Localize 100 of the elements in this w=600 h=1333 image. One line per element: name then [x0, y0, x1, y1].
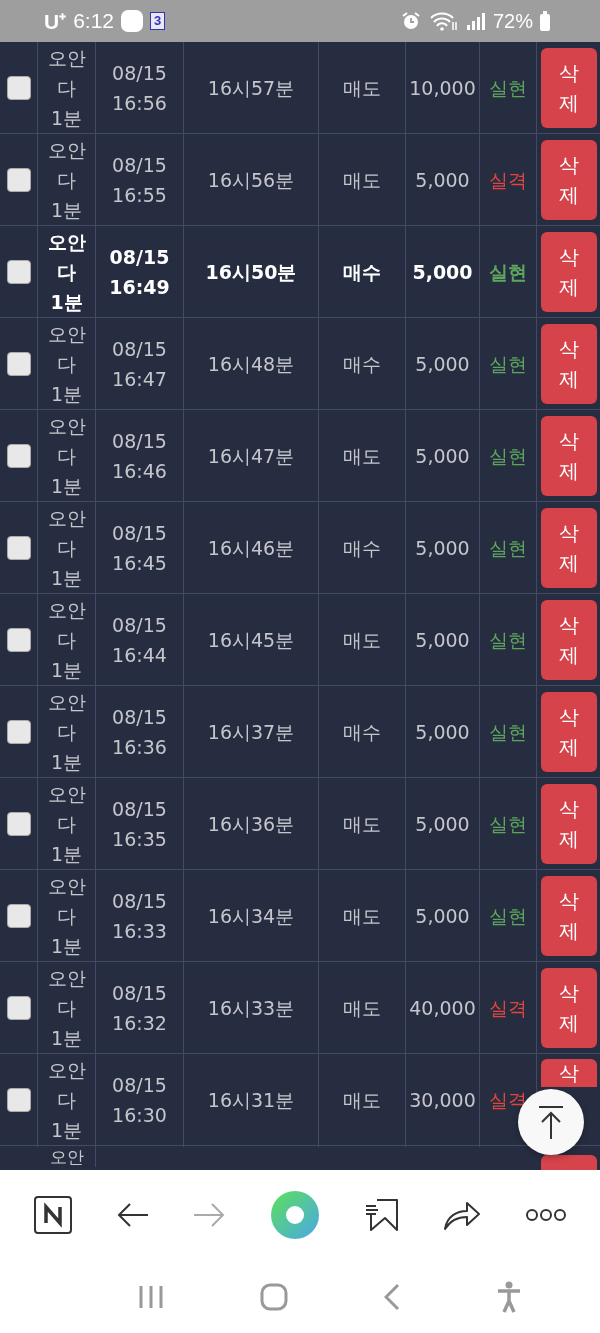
more-icon[interactable] — [525, 1208, 566, 1222]
row-checkbox[interactable] — [6, 351, 31, 376]
time-slot: 16시57분 — [207, 72, 295, 103]
row-checkbox[interactable] — [6, 167, 31, 192]
product-name: 오안다 1분 — [46, 229, 87, 315]
time-slot: 16시31분 — [207, 1084, 295, 1115]
amount: 5,000 — [415, 627, 470, 653]
product-name: 오안다 1분 — [46, 689, 87, 775]
amount: 5,000 — [412, 259, 473, 285]
product-name: 오안다 1분 — [46, 965, 87, 1051]
delete-button[interactable]: 삭제 — [540, 231, 597, 312]
share-icon[interactable] — [443, 1199, 482, 1231]
delete-button[interactable]: 삭제 — [540, 139, 597, 220]
order-datetime: 08/15 16:32 — [111, 980, 168, 1036]
row-checkbox[interactable] — [6, 535, 31, 560]
battery-icon — [540, 11, 550, 31]
delete-button[interactable]: 삭제 — [540, 415, 597, 496]
result-label: 실격 — [489, 167, 527, 193]
time-slot: 16시45분 — [207, 624, 295, 655]
trade-side: 매도 — [343, 167, 381, 193]
order-datetime: 08/15 16:55 — [111, 152, 168, 208]
delete-button[interactable]: 삭제 — [540, 783, 597, 864]
delete-button[interactable]: 삭제 — [540, 507, 597, 588]
row-checkbox[interactable] — [6, 995, 31, 1020]
delete-button[interactable]: 삭제 — [540, 323, 597, 404]
row-checkbox[interactable] — [6, 75, 31, 100]
accessibility-icon[interactable] — [496, 1280, 522, 1313]
amount: 5,000 — [415, 903, 470, 929]
product-name: 오안 — [48, 1147, 85, 1167]
watch-app-icon — [121, 10, 144, 32]
n-logo-icon — [34, 1196, 73, 1234]
order-datetime: 08/15 16:45 — [111, 520, 168, 576]
product-name: 오안다 1분 — [46, 505, 87, 591]
signal-icon — [465, 10, 486, 32]
home-icon[interactable] — [260, 1282, 288, 1311]
order-datetime: 08/15 16:33 — [111, 888, 168, 944]
battery-percentage: 72% — [492, 9, 533, 33]
clock: 6:12 — [73, 9, 115, 33]
amount: 5,000 — [415, 443, 470, 469]
trade-side: 매도 — [343, 443, 381, 469]
result-label: 실현 — [489, 811, 527, 837]
row-checkbox[interactable] — [6, 811, 31, 836]
recent-apps-icon[interactable] — [138, 1283, 164, 1310]
delete-button[interactable]: 삭제 — [540, 691, 597, 772]
row-checkbox[interactable] — [6, 443, 31, 468]
time-slot: 16시33분 — [207, 992, 295, 1023]
trade-side: 매도 — [343, 903, 381, 929]
time-slot: 16시47분 — [207, 440, 295, 471]
result-label: 실현 — [489, 719, 527, 745]
time-slot: 16시56분 — [207, 164, 295, 195]
result-label: 실현 — [489, 443, 527, 469]
trade-side: 매도 — [343, 811, 381, 837]
time-slot: 16시37분 — [207, 716, 295, 747]
order-datetime: 08/15 16:49 — [108, 244, 171, 300]
trade-side: 매수 — [343, 351, 381, 377]
product-name: 오안다 1분 — [46, 873, 87, 959]
row-checkbox[interactable] — [6, 259, 31, 284]
amount: 5,000 — [415, 167, 470, 193]
product-name: 오안다 1분 — [46, 781, 87, 867]
carrier-label: U⁺ — [44, 9, 67, 35]
notification-badge: 3 — [150, 12, 166, 30]
result-label: 실현 — [489, 535, 527, 561]
time-slot: 16시50분 — [205, 256, 297, 287]
amount: 5,000 — [415, 811, 470, 837]
order-datetime: 08/15 16:56 — [111, 60, 168, 116]
product-name: 오안다 1분 — [46, 137, 87, 223]
wifi-icon — [428, 10, 459, 32]
row-checkbox[interactable] — [6, 1087, 31, 1112]
amount: 5,000 — [415, 351, 470, 377]
order-datetime: 08/15 16:47 — [111, 336, 168, 392]
time-slot: 16시36분 — [207, 808, 295, 839]
order-datetime: 08/15 16:44 — [111, 612, 168, 668]
product-name: 오안다 1분 — [46, 597, 87, 683]
result-label: 실격 — [489, 995, 527, 1021]
amount: 5,000 — [415, 719, 470, 745]
delete-button[interactable]: 삭제 — [540, 967, 597, 1048]
result-label: 실현 — [489, 75, 527, 101]
back-nav-icon[interactable] — [384, 1282, 400, 1311]
delete-button[interactable]: 삭 — [540, 1059, 597, 1087]
order-datetime: 08/15 16:46 — [111, 428, 168, 484]
time-slot: 16시46분 — [207, 532, 295, 563]
product-name: 오안다 1분 — [46, 321, 87, 407]
trade-side: 매수 — [343, 719, 381, 745]
row-checkbox[interactable] — [6, 627, 31, 652]
row-checkbox[interactable] — [6, 719, 31, 744]
time-slot: 16시34분 — [207, 900, 295, 931]
row-checkbox[interactable] — [6, 903, 31, 928]
bookmark-list-icon[interactable] — [364, 1198, 399, 1232]
product-name: 오안다 1분 — [46, 413, 87, 499]
delete-button[interactable]: 삭제 — [540, 599, 597, 680]
delete-button[interactable]: 삭제 — [540, 875, 597, 956]
back-icon[interactable] — [116, 1202, 149, 1228]
trade-side: 매도 — [343, 75, 381, 101]
result-label: 실현 — [489, 259, 527, 285]
trade-side: 매수 — [343, 535, 381, 561]
naver-button[interactable] — [34, 1196, 73, 1234]
order-datetime: 08/15 16:36 — [111, 704, 168, 760]
amount: 5,000 — [415, 535, 470, 561]
order-datetime: 08/15 16:35 — [111, 796, 168, 852]
delete-button[interactable]: 삭제 — [540, 47, 597, 128]
